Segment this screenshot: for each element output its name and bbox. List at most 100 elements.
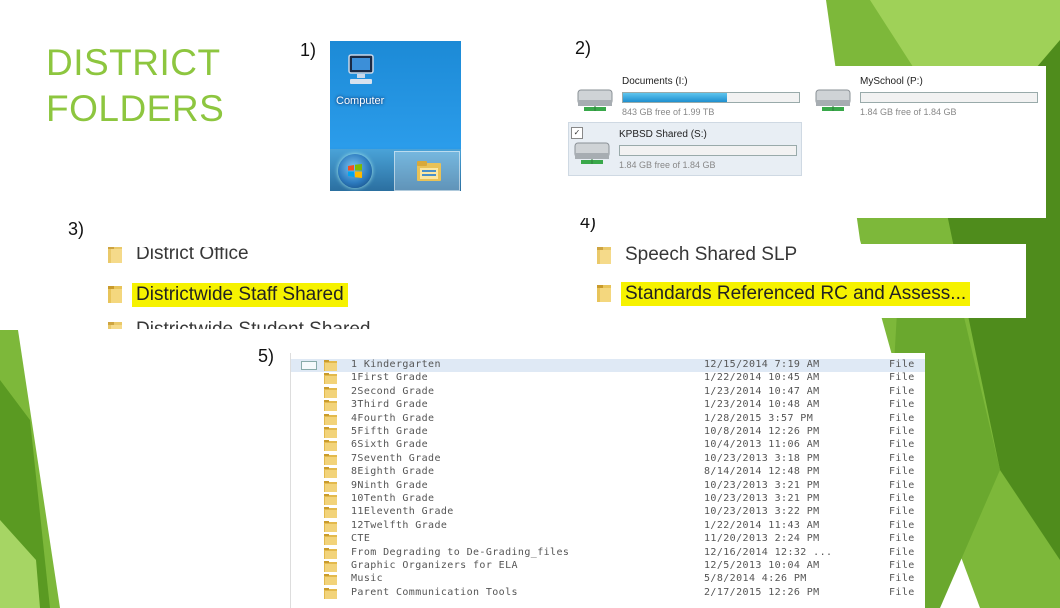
cell-name: 6Sixth Grade	[351, 439, 429, 451]
table-row[interactable]: Music 5/8/2014 4:26 PM File	[291, 573, 925, 586]
cell-date: 1/22/2014 10:45 AM	[704, 372, 820, 384]
table-row[interactable]: Parent Communication Tools 2/17/2015 12:2…	[291, 587, 925, 600]
cell-date: 10/4/2013 11:06 AM	[704, 439, 820, 451]
table-row[interactable]: 8Eighth Grade 8/14/2014 12:48 PM File	[291, 466, 925, 479]
cell-date: 8/14/2014 12:48 PM	[704, 466, 820, 478]
folder-icon	[597, 285, 611, 302]
cell-type: File	[889, 586, 915, 598]
folder-icon	[324, 494, 337, 505]
cell-type: File	[889, 493, 915, 504]
table-row[interactable]: From Degrading to De-Grading_files 12/16/…	[291, 547, 925, 560]
slide-title: DISTRICT FOLDERS	[46, 40, 224, 132]
drive-documents[interactable]: Documents (I:) 843 GB free of 1.99 TB	[572, 70, 806, 124]
table-row[interactable]: 12Twelfth Grade 1/22/2014 11:43 AM File	[291, 520, 925, 533]
folder-icon	[108, 322, 122, 329]
cell-name: 4Fourth Grade	[351, 412, 435, 424]
cell-type: File	[889, 573, 915, 585]
cell-type: File	[889, 385, 915, 397]
step-2-number: 2)	[575, 38, 592, 58]
cell-type: File	[889, 399, 915, 411]
cell-type: File	[889, 546, 915, 558]
folder-icon	[324, 360, 337, 371]
table-row[interactable]: 2Second Grade 1/23/2014 10:47 AM File	[291, 386, 925, 399]
cell-date: 12/15/2014 7:19 AM	[704, 359, 820, 370]
table-row[interactable]: 1 Kindergarten 12/15/2014 7:19 AM File	[291, 359, 925, 372]
step-1-number: 1)	[300, 40, 317, 60]
cell-date: 5/8/2014 4:26 PM	[704, 573, 807, 585]
cell-date: 10/23/2013 3:21 PM	[704, 479, 820, 491]
cell-date: 12/5/2013 10:04 AM	[704, 560, 820, 571]
computer-icon[interactable]	[344, 53, 378, 91]
cell-name: 10Tenth Grade	[351, 493, 435, 504]
folder-icon	[324, 561, 337, 572]
cell-date: 2/17/2015 12:26 PM	[704, 586, 820, 598]
table-row[interactable]: Graphic Organizers for ELA 12/5/2013 10:0…	[291, 560, 925, 573]
cell-name: 1First Grade	[351, 372, 429, 384]
table-row[interactable]: 4Fourth Grade 1/28/2015 3:57 PM File	[291, 413, 925, 426]
cell-name: 1 Kindergarten	[351, 359, 441, 370]
table-row[interactable]: 6Sixth Grade 10/4/2013 11:06 AM File	[291, 439, 925, 452]
slide: DISTRICT FOLDERS 1) 2) 3) 4) 5) Computer	[0, 0, 1060, 608]
drive-size: 1.84 GB free of 1.84 GB	[860, 107, 957, 117]
cell-name: 2Second Grade	[351, 385, 435, 397]
folder-icon	[324, 373, 337, 385]
table-row[interactable]: 9Ninth Grade 10/23/2013 3:21 PM File	[291, 480, 925, 493]
cell-type: File	[889, 359, 915, 370]
cell-date: 10/23/2013 3:22 PM	[704, 506, 820, 518]
folder-icon	[324, 574, 337, 586]
cell-name: 8Eighth Grade	[351, 466, 435, 478]
step-5-number: 5)	[258, 346, 275, 366]
cell-name: Parent Communication Tools	[351, 586, 518, 598]
cell-date: 1/28/2015 3:57 PM	[704, 412, 814, 424]
step-3-number: 3)	[68, 219, 85, 239]
cell-type: File	[889, 372, 915, 384]
cell-date: 11/20/2013 2:24 PM	[704, 533, 820, 545]
cell-name: Graphic Organizers for ELA	[351, 560, 518, 571]
district-folder-list: District Office Districtwide Staff Share…	[96, 247, 458, 329]
drive-name: MySchool (P:)	[860, 76, 923, 87]
drive-myschool[interactable]: MySchool (P:) 1.84 GB free of 1.84 GB	[810, 70, 1044, 124]
cell-name: 11Eleventh Grade	[351, 506, 454, 518]
network-drive-icon	[577, 89, 613, 111]
drive-name: KPBSD Shared (S:)	[619, 129, 707, 140]
cell-name: 3Third Grade	[351, 399, 429, 411]
row-expander[interactable]	[301, 361, 317, 370]
drive-kpbsd-shared[interactable]: ✓ KPBSD Shared (S:) 1.84 GB free of 1.84…	[568, 122, 802, 176]
cell-date: 1/23/2014 10:47 AM	[704, 385, 820, 397]
cell-date: 1/23/2014 10:48 AM	[704, 399, 820, 411]
cell-type: File	[889, 519, 915, 531]
table-row[interactable]: 5Fifth Grade 10/8/2014 12:26 PM File	[291, 426, 925, 439]
drive-capacity-bar	[860, 92, 1038, 103]
table-row[interactable]: CTE 11/20/2013 2:24 PM File	[291, 533, 925, 546]
folder-icon	[324, 386, 337, 398]
cell-name: Music	[351, 573, 384, 585]
file-explorer-taskbar-button[interactable]	[394, 151, 460, 191]
folder-icon	[324, 534, 337, 546]
cell-type: File	[889, 426, 915, 437]
cell-name: 12Twelfth Grade	[351, 519, 448, 531]
desktop-taskbar-screenshot: Computer	[330, 41, 461, 191]
table-row[interactable]: 11Eleventh Grade 10/23/2013 3:22 PM File	[291, 506, 925, 519]
cell-name: 5Fifth Grade	[351, 426, 429, 437]
cell-date: 12/16/2014 12:32 ...	[704, 546, 833, 558]
table-row[interactable]: 3Third Grade 1/23/2014 10:48 AM File	[291, 399, 925, 412]
drive-capacity-bar	[619, 145, 797, 156]
cell-type: File	[889, 452, 915, 464]
cell-date: 1/22/2014 11:43 AM	[704, 519, 820, 531]
folder-icon	[324, 400, 337, 412]
cell-type: File	[889, 479, 915, 491]
grade-folder-table: 1 Kindergarten 12/15/2014 7:19 AM File 1Fir…	[290, 353, 925, 608]
table-row[interactable]: 1First Grade 1/22/2014 10:45 AM File	[291, 372, 925, 385]
cell-type: File	[889, 466, 915, 478]
network-drive-icon	[815, 89, 851, 111]
table-row[interactable]: 10Tenth Grade 10/23/2013 3:21 PM File	[291, 493, 925, 506]
drives-screenshot: Documents (I:) 843 GB free of 1.99 TB My…	[568, 66, 1046, 218]
cell-type: File	[889, 506, 915, 518]
title-line-2: FOLDERS	[46, 88, 225, 129]
computer-icon-label[interactable]: Computer	[336, 95, 384, 107]
windows-start-icon[interactable]	[338, 154, 372, 188]
network-drive-icon	[574, 142, 610, 164]
drive-size: 1.84 GB free of 1.84 GB	[619, 160, 716, 170]
table-row[interactable]: 7Seventh Grade 10/23/2013 3:18 PM File	[291, 453, 925, 466]
cell-date: 10/23/2013 3:18 PM	[704, 452, 820, 464]
